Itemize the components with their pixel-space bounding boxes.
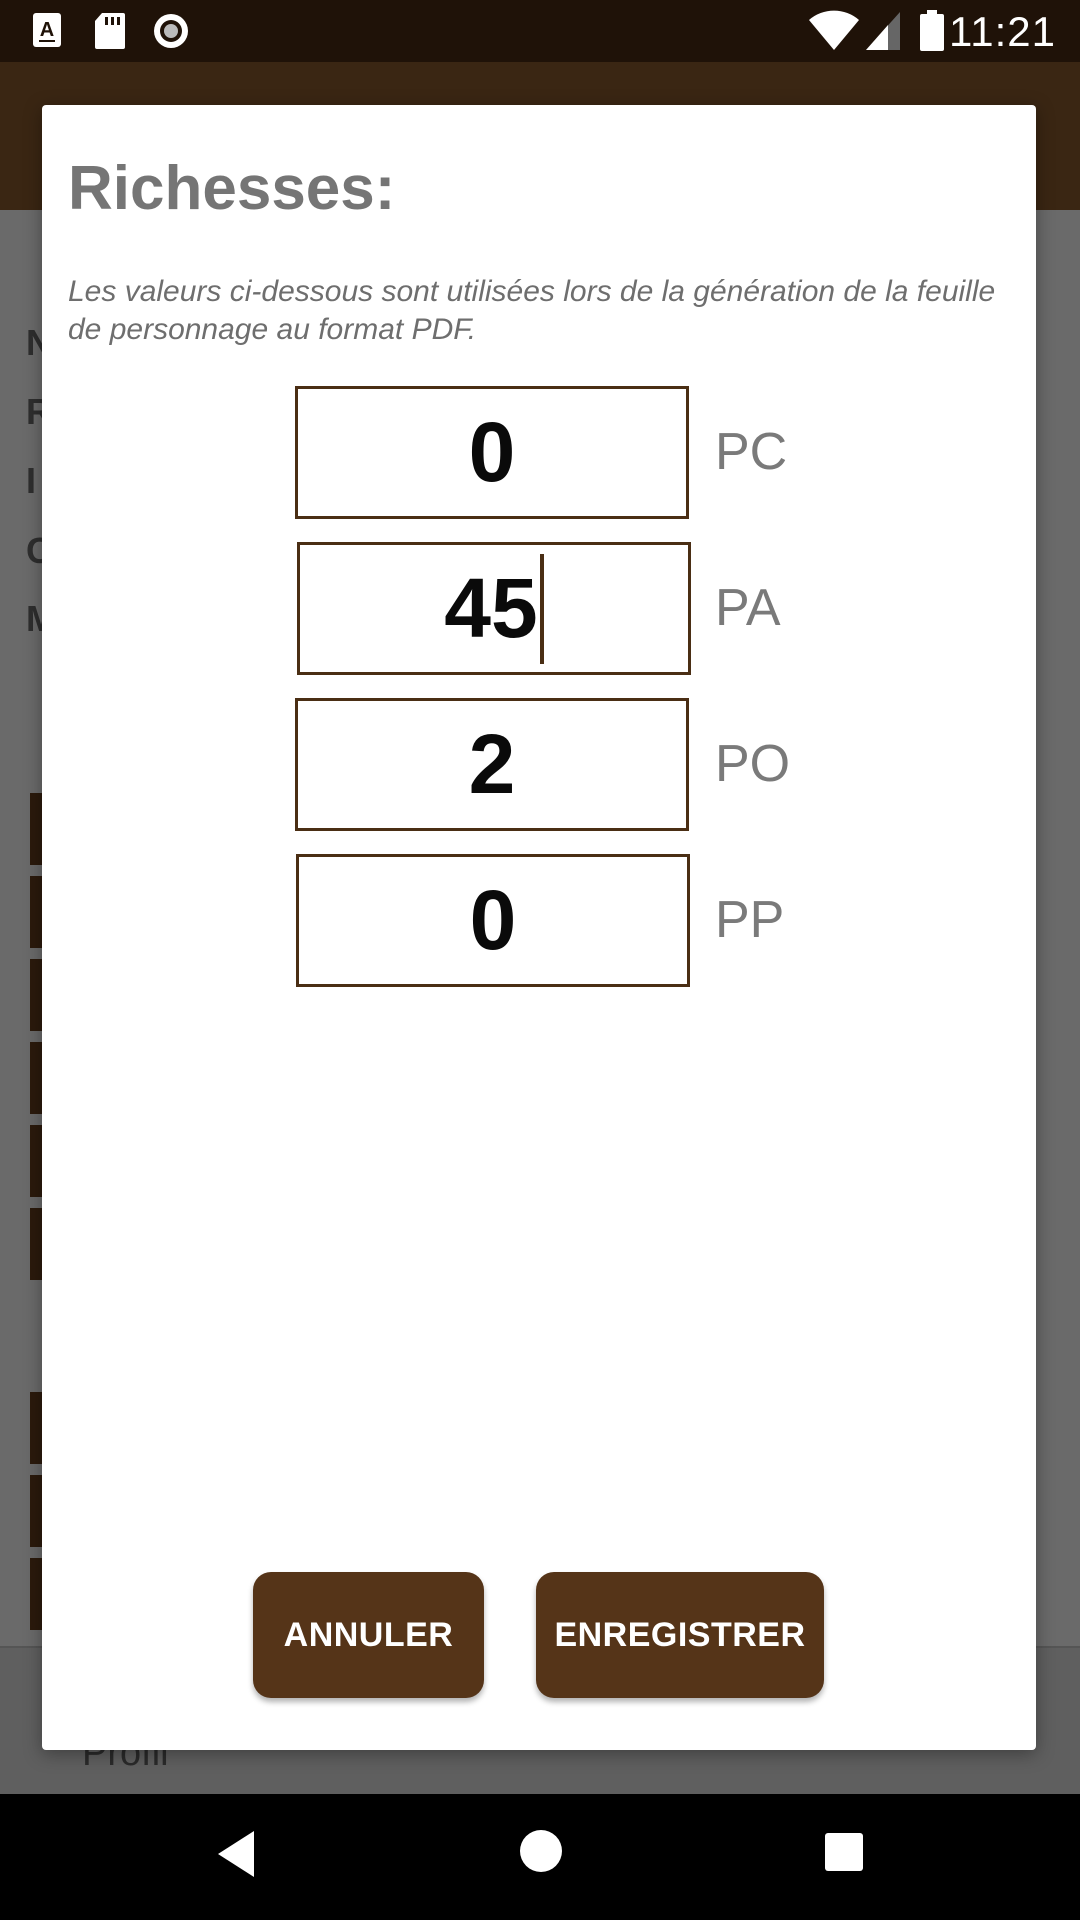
pc-unit-label: PC	[715, 423, 788, 481]
wealth-row-pp: 0 PP	[42, 854, 1036, 987]
dialog-title: Richesses:	[68, 154, 396, 223]
pc-input-value: 0	[468, 405, 516, 499]
cancel-button[interactable]: ANNULER	[253, 1572, 484, 1698]
pp-input[interactable]: 0	[296, 854, 690, 987]
signal-icon	[864, 10, 902, 52]
pc-input[interactable]: 0	[295, 386, 689, 519]
battery-icon	[918, 10, 946, 52]
pp-unit-label: PP	[715, 891, 785, 949]
wealth-row-pc: 0 PC	[42, 386, 1036, 519]
text-cursor	[539, 553, 544, 664]
po-input-value: 2	[468, 717, 516, 811]
svg-text:A: A	[40, 19, 54, 41]
recents-icon[interactable]	[824, 1832, 864, 1872]
pa-input-value: 45	[444, 561, 538, 655]
record-icon	[152, 12, 190, 50]
home-icon[interactable]	[518, 1828, 564, 1874]
richesses-dialog: Richesses: Les valeurs ci-dessous sont u…	[42, 105, 1036, 1750]
wealth-row-pa: 45 PA	[42, 542, 1036, 675]
pa-input[interactable]: 45	[297, 542, 691, 675]
navigation-bar	[0, 1794, 1080, 1920]
po-input[interactable]: 2	[295, 698, 689, 831]
status-bar: A 11:21	[0, 0, 1080, 62]
pa-unit-label: PA	[715, 579, 781, 637]
dialog-description: Les valeurs ci-dessous sont utilisées lo…	[68, 275, 996, 346]
status-time: 11:21	[949, 8, 1056, 55]
save-button[interactable]: ENREGISTRER	[536, 1572, 824, 1698]
wifi-icon	[808, 10, 860, 52]
keyboard-a-icon: A	[32, 12, 62, 48]
po-unit-label: PO	[715, 735, 791, 793]
pp-input-value: 0	[469, 873, 517, 967]
sd-card-icon	[94, 12, 126, 50]
back-icon[interactable]	[216, 1829, 256, 1879]
wealth-row-po: 2 PO	[42, 698, 1036, 831]
background-label: I	[26, 460, 37, 501]
